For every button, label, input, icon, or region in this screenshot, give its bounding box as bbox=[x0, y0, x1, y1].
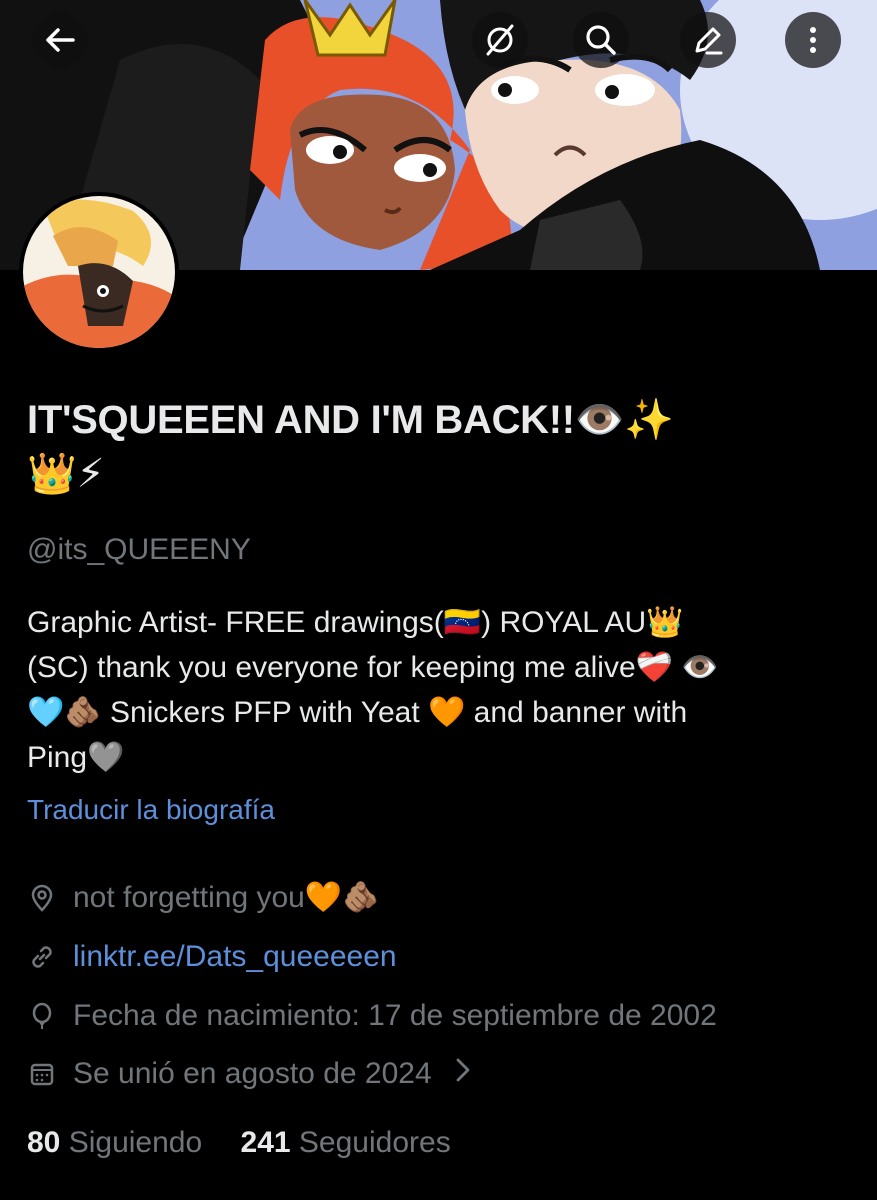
translate-bio-link[interactable]: Traducir la biografía bbox=[27, 794, 275, 826]
balloon-icon bbox=[27, 1001, 57, 1031]
avatar[interactable] bbox=[19, 192, 179, 352]
followers-count: 241 bbox=[240, 1126, 291, 1159]
following-count: 80 bbox=[27, 1126, 61, 1159]
user-handle: @its_QUEEENY bbox=[27, 533, 251, 566]
arrow-left-icon bbox=[46, 28, 75, 52]
bio-line: Graphic Artist- FREE drawings(🇻🇪) ROYAL … bbox=[27, 606, 684, 639]
edit-button[interactable] bbox=[680, 12, 736, 68]
edit-icon bbox=[695, 27, 723, 55]
search-icon bbox=[586, 25, 616, 55]
grok-icon bbox=[486, 24, 514, 56]
birthday-text: Fecha de nacimiento: 17 de septiembre de… bbox=[73, 999, 717, 1032]
calendar-icon bbox=[27, 1059, 57, 1089]
bio: Graphic Artist- FREE drawings(🇻🇪) ROYAL … bbox=[27, 600, 847, 780]
bio-line: 🩵🫵🏽 Snickers PFP with Yeat 🧡 and banner … bbox=[27, 696, 688, 729]
display-name-line1: IT'SQUEEEN AND I'M BACK!!👁️✨ bbox=[27, 398, 674, 442]
link-icon bbox=[27, 942, 57, 972]
followers-label: Seguidores bbox=[298, 1126, 451, 1159]
display-name: IT'SQUEEEN AND I'M BACK!!👁️✨ 👑⚡ bbox=[27, 393, 857, 501]
following-label: Siguiendo bbox=[68, 1126, 203, 1159]
location-text: not forgetting you🧡🫵🏽 bbox=[73, 881, 380, 914]
back-button[interactable] bbox=[32, 12, 88, 68]
location-row: not forgetting you🧡🫵🏽 bbox=[27, 880, 380, 915]
location-pin-icon bbox=[27, 883, 57, 913]
birthday-row: Fecha de nacimiento: 17 de septiembre de… bbox=[27, 999, 717, 1033]
grok-button[interactable] bbox=[472, 12, 528, 68]
website-row: linktr.ee/Dats_queeeeen bbox=[27, 940, 397, 974]
website-link[interactable]: linktr.ee/Dats_queeeeen bbox=[73, 940, 397, 974]
bio-line: (SC) thank you everyone for keeping me a… bbox=[27, 651, 719, 684]
chevron-right-icon bbox=[454, 1057, 472, 1091]
followers-link[interactable]: 241 Seguidores bbox=[241, 1126, 451, 1159]
avatar-artwork bbox=[23, 196, 175, 348]
follow-stats: 80 Siguiendo 241 Seguidores bbox=[27, 1126, 451, 1160]
search-button[interactable] bbox=[573, 12, 629, 68]
more-button[interactable] bbox=[785, 12, 841, 68]
more-vertical-icon bbox=[810, 27, 816, 53]
joined-row[interactable]: Se unió en agosto de 2024 bbox=[27, 1057, 472, 1091]
following-link[interactable]: 80 Siguiendo bbox=[27, 1126, 202, 1159]
bio-line: Ping🩶 bbox=[27, 741, 125, 774]
display-name-line2: 👑⚡ bbox=[27, 452, 105, 496]
joined-text: Se unió en agosto de 2024 bbox=[73, 1057, 432, 1090]
